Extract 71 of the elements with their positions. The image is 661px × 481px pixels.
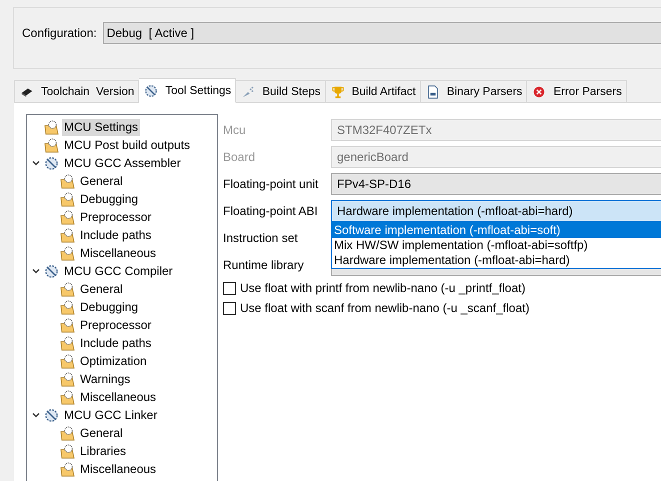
tree-item[interactable]: General bbox=[78, 424, 125, 442]
tab[interactable]: Tool Settings bbox=[139, 78, 236, 103]
field-label: Board bbox=[223, 150, 256, 164]
tree-item[interactable]: MCU Settings bbox=[62, 118, 140, 136]
folder-icon bbox=[44, 138, 59, 152]
tree-item[interactable]: Miscellaneous bbox=[78, 460, 158, 478]
chevron-icon[interactable] bbox=[31, 266, 41, 276]
tree-item[interactable]: MCU GCC Linker bbox=[62, 406, 160, 424]
folder-icon bbox=[60, 444, 75, 458]
folder-icon bbox=[60, 192, 75, 206]
checkbox-label: Use float with printf from newlib-nano (-u _printf_float) bbox=[240, 281, 526, 295]
tab[interactable]: Error Parsers bbox=[527, 80, 627, 103]
field-label: Runtime library bbox=[223, 258, 305, 272]
checkbox[interactable] bbox=[223, 282, 236, 294]
field-label: Instruction set bbox=[223, 230, 299, 244]
gear-icon bbox=[44, 408, 59, 422]
field-label: Mcu bbox=[223, 122, 247, 136]
checkbox-label: Use float with scanf from newlib-nano (-u _scanf_float) bbox=[240, 301, 530, 315]
field-label: Floating-point unit bbox=[223, 176, 320, 190]
folder-icon bbox=[60, 228, 75, 242]
tree-item[interactable]: Preprocessor bbox=[78, 316, 154, 334]
tree-item[interactable]: Optimization bbox=[78, 352, 149, 370]
tree-item[interactable]: Libraries bbox=[78, 442, 128, 460]
tree-item[interactable]: Include paths bbox=[78, 334, 154, 352]
dropdown-option[interactable]: Software implementation (-mfloat-abi=soft) bbox=[332, 222, 661, 238]
folder-icon bbox=[60, 390, 75, 404]
gear-icon bbox=[44, 156, 59, 170]
tree-item[interactable]: Warnings bbox=[78, 370, 132, 388]
tree-item[interactable]: General bbox=[78, 280, 125, 298]
configuration-label: Configuration: bbox=[22, 26, 97, 40]
spray-icon bbox=[241, 84, 256, 98]
dropdown-option[interactable]: Hardware implementation (-mfloat-abi=hard) bbox=[332, 252, 661, 268]
tree-item[interactable]: MCU GCC Assembler bbox=[62, 154, 183, 172]
folder-icon bbox=[60, 210, 75, 224]
tree-item[interactable]: Debugging bbox=[78, 190, 140, 208]
configuration-dropdown[interactable]: Debug [ Active ] bbox=[102, 22, 661, 44]
tab[interactable]: Binary Parsers bbox=[420, 80, 528, 103]
folder-icon bbox=[60, 282, 75, 296]
tree-item[interactable]: Miscellaneous bbox=[78, 244, 158, 262]
tree-item[interactable]: Include paths bbox=[78, 226, 154, 244]
field-label: Floating-point ABI bbox=[223, 204, 319, 218]
gear-icon bbox=[144, 84, 158, 98]
folder-icon bbox=[60, 426, 75, 440]
chevron-icon[interactable] bbox=[31, 158, 41, 168]
gear-icon bbox=[44, 264, 59, 278]
tree-item[interactable]: Debugging bbox=[78, 298, 140, 316]
chevron-icon[interactable] bbox=[31, 410, 41, 420]
folder-icon bbox=[60, 300, 75, 314]
document-icon bbox=[426, 84, 440, 98]
tree-item[interactable]: Miscellaneous bbox=[78, 388, 158, 406]
folder-icon bbox=[44, 120, 59, 134]
tree-item[interactable]: Preprocessor bbox=[78, 208, 154, 226]
tab[interactable]: Build Steps bbox=[236, 80, 326, 103]
folder-icon bbox=[60, 246, 75, 260]
folder-icon bbox=[60, 354, 75, 368]
folder-icon bbox=[60, 174, 75, 188]
folder-icon bbox=[60, 462, 75, 476]
tab[interactable]: Toolchain Version bbox=[14, 80, 140, 103]
trophy-icon bbox=[330, 84, 345, 98]
dropdown[interactable]: Hardware implementation (-mfloat-abi=hard) bbox=[331, 200, 661, 222]
folder-icon bbox=[60, 318, 75, 332]
checkbox[interactable] bbox=[223, 302, 236, 314]
tab[interactable]: Build Artifact bbox=[326, 80, 421, 103]
error-icon bbox=[532, 84, 546, 98]
dropdown-option[interactable]: Mix HW/SW implementation (-mfloat-abi=softfp) bbox=[332, 238, 661, 252]
folder-icon bbox=[60, 336, 75, 350]
dropdown[interactable]: FPv4-SP-D16 bbox=[331, 172, 661, 194]
tree-item[interactable]: General bbox=[78, 172, 125, 190]
tree-item[interactable]: MCU GCC Compiler bbox=[62, 262, 175, 280]
folder-icon bbox=[60, 372, 75, 386]
tree-item[interactable]: MCU Post build outputs bbox=[62, 136, 192, 154]
